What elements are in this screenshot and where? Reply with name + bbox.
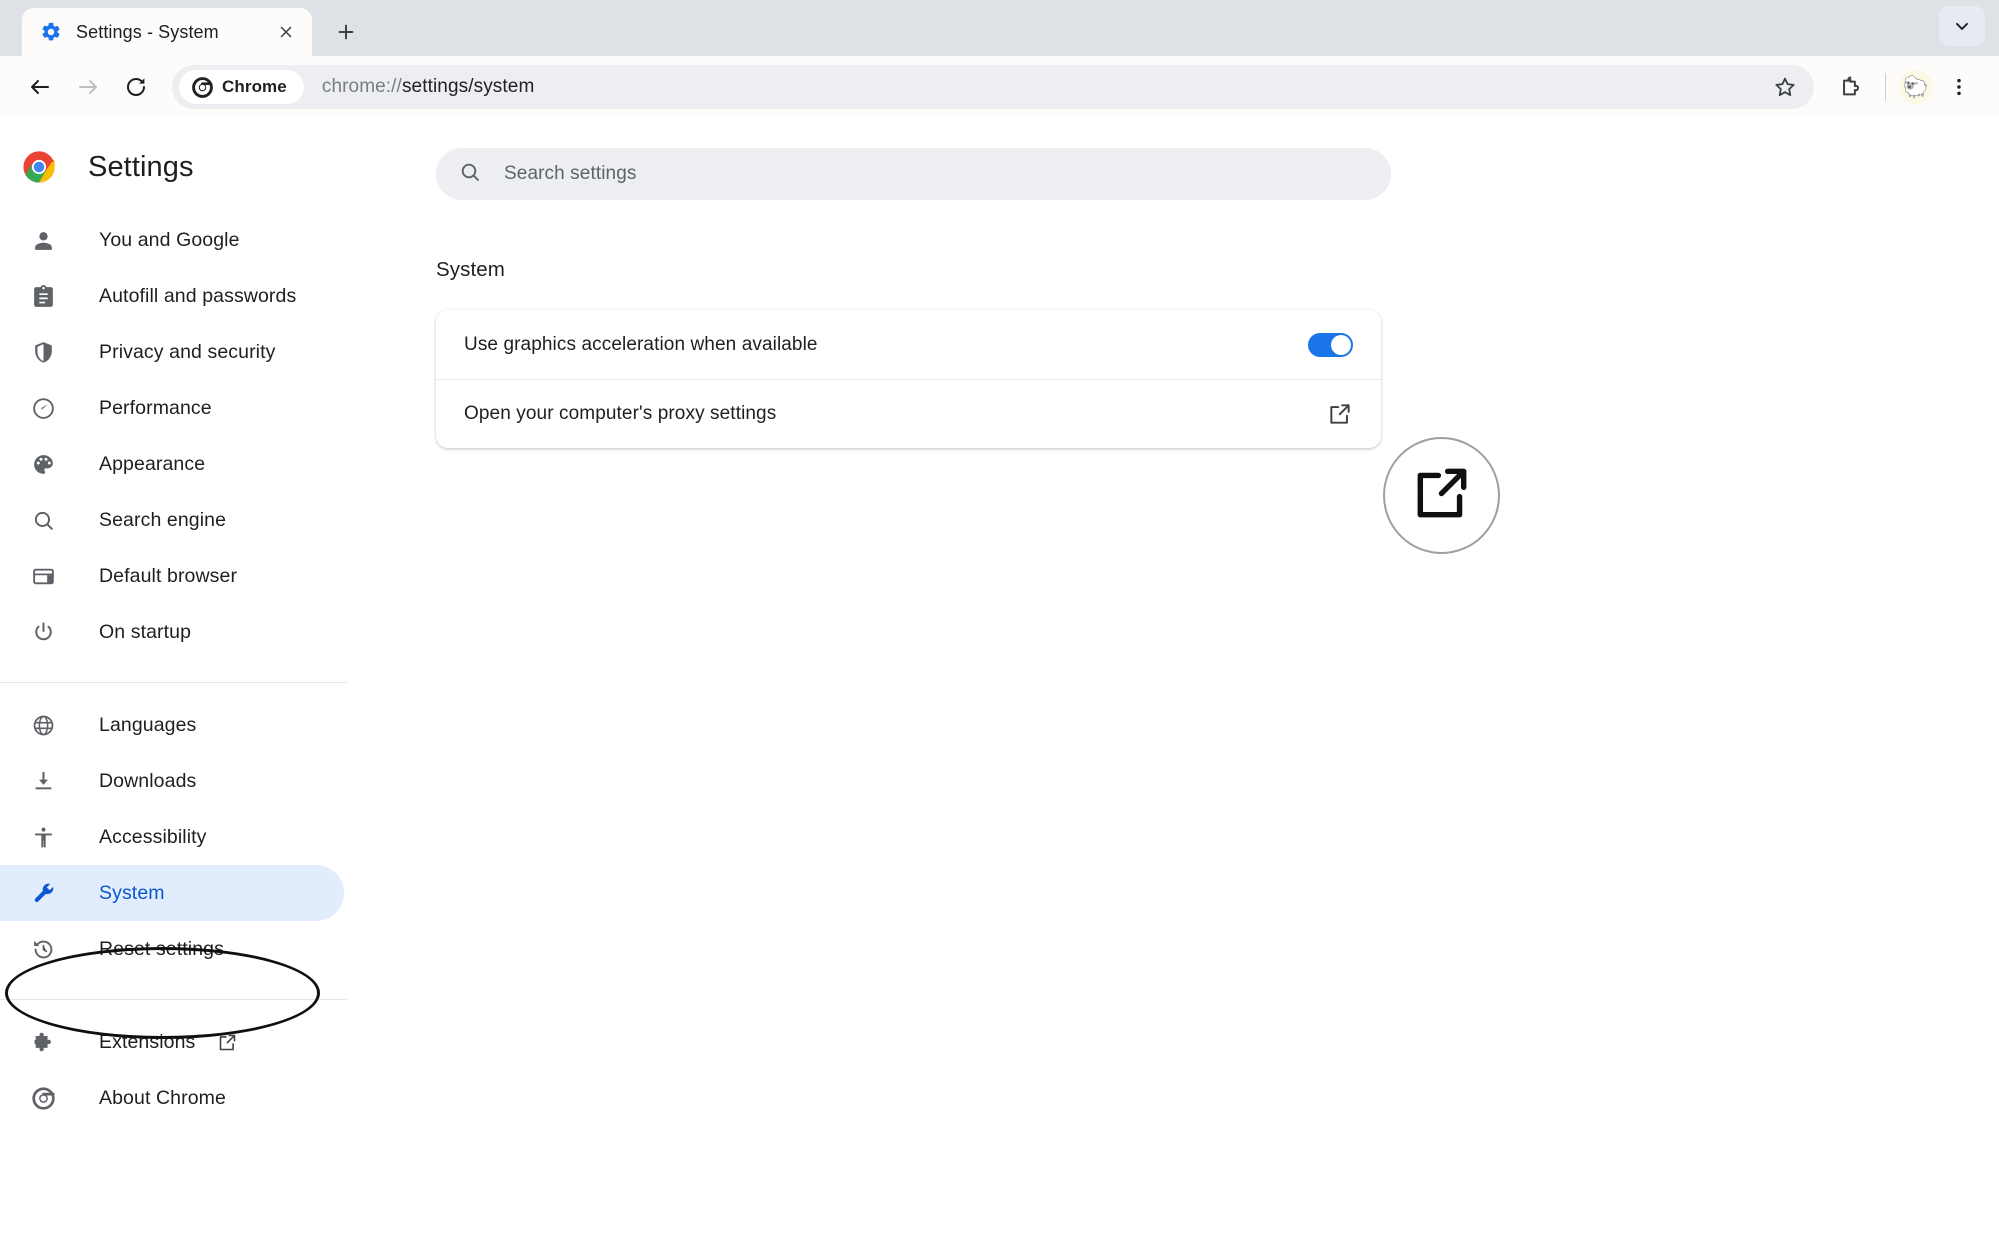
- sidebar-item-languages[interactable]: Languages: [0, 697, 344, 753]
- sidebar-item-label: Performance: [99, 396, 212, 419]
- browser-window-icon: [30, 563, 56, 589]
- external-link-icon-magnified: [1411, 462, 1473, 529]
- shield-icon: [30, 339, 56, 365]
- sidebar-item-performance[interactable]: Performance: [0, 380, 344, 436]
- toolbar-divider: [1885, 73, 1886, 101]
- sidebar-item-autofill-and-passwords[interactable]: Autofill and passwords: [0, 268, 344, 324]
- speedometer-icon: [30, 395, 56, 421]
- search-placeholder: Search settings: [504, 163, 637, 184]
- sidebar-item-privacy-and-security[interactable]: Privacy and security: [0, 324, 344, 380]
- settings-page: Settings You and Google Autofill and pas…: [0, 118, 1999, 1250]
- tab-strip: Settings - System: [0, 0, 1999, 56]
- sidebar-item-about-chrome[interactable]: About Chrome: [0, 1070, 344, 1126]
- address-bar[interactable]: Chrome chrome://settings/system: [172, 65, 1814, 109]
- browser-window: Settings - System Chrome chrome://settin…: [0, 0, 1999, 1250]
- palette-icon: [30, 451, 56, 477]
- section-title: System: [436, 258, 505, 281]
- sidebar-item-label: Appearance: [99, 452, 206, 475]
- sidebar-item-extensions[interactable]: Extensions: [0, 1014, 344, 1070]
- settings-sidebar: Settings You and Google Autofill and pas…: [0, 118, 348, 1250]
- search-settings-container: Search settings: [348, 136, 1999, 200]
- history-icon: [30, 936, 56, 962]
- settings-main: Search settings System Use graphics acce…: [348, 118, 1999, 1250]
- page-title: Settings: [88, 150, 194, 183]
- chrome-icon: [30, 1085, 56, 1111]
- row-graphics-acceleration[interactable]: Use graphics acceleration when available: [436, 310, 1381, 379]
- system-settings-card: Use graphics acceleration when available…: [436, 310, 1381, 448]
- external-link-icon[interactable]: [1327, 401, 1353, 427]
- person-icon: [30, 227, 56, 253]
- sidebar-item-label: Autofill and passwords: [99, 284, 297, 307]
- sidebar-item-label: System: [99, 881, 165, 904]
- search-input[interactable]: Search settings: [436, 148, 1391, 200]
- sidebar-item-label: You and Google: [99, 228, 240, 251]
- sidebar-item-label: Extensions: [99, 1030, 196, 1053]
- sidebar-item-label: Reset settings: [99, 937, 224, 960]
- forward-arrow-icon[interactable]: [66, 65, 110, 109]
- row-proxy-settings[interactable]: Open your computer's proxy settings: [436, 379, 1381, 448]
- sidebar-item-label: About Chrome: [99, 1086, 226, 1109]
- star-icon[interactable]: [1766, 68, 1804, 106]
- clipboard-icon: [30, 283, 56, 309]
- sidebar-group-tertiary: Extensions About Chrome: [0, 1000, 348, 1138]
- graphics-acceleration-toggle[interactable]: [1308, 332, 1353, 357]
- sidebar-item-appearance[interactable]: Appearance: [0, 436, 344, 492]
- search-icon: [30, 507, 56, 533]
- row-label: Use graphics acceleration when available: [464, 333, 818, 355]
- accessibility-icon: [30, 824, 56, 850]
- row-label: Open your computer's proxy settings: [464, 403, 777, 424]
- toggle-knob: [1331, 334, 1351, 355]
- sidebar-item-label: Downloads: [99, 769, 197, 792]
- puzzle-icon: [30, 1029, 56, 1055]
- sidebar-item-label: Search engine: [99, 508, 227, 531]
- chevron-down-icon[interactable]: [1939, 6, 1985, 46]
- search-icon: [458, 160, 482, 189]
- sidebar-item-label: On startup: [99, 620, 192, 643]
- sidebar-item-accessibility[interactable]: Accessibility: [0, 809, 344, 865]
- browser-toolbar: Chrome chrome://settings/system 🐑: [0, 56, 1999, 118]
- sidebar-item-label: Languages: [99, 713, 197, 736]
- chrome-logo-icon: [22, 150, 56, 184]
- row-control: [1327, 401, 1353, 427]
- sidebar-item-label: Default browser: [99, 564, 238, 587]
- reload-icon[interactable]: [114, 65, 158, 109]
- external-link-icon: [217, 1031, 239, 1053]
- sidebar-item-search-engine[interactable]: Search engine: [0, 492, 344, 548]
- gear-icon: [40, 21, 62, 43]
- puzzle-icon[interactable]: [1828, 65, 1872, 109]
- tab-title: Settings - System: [76, 21, 219, 42]
- sidebar-item-you-and-google[interactable]: You and Google: [0, 212, 344, 268]
- sheep-avatar-glyph: 🐑: [1902, 75, 1930, 99]
- sidebar-item-label: Accessibility: [99, 825, 207, 848]
- url-text: chrome://settings/system: [322, 76, 535, 98]
- url-scheme: chrome://: [321, 76, 402, 97]
- chrome-origin-chip[interactable]: Chrome: [179, 70, 304, 104]
- globe-icon: [30, 712, 56, 738]
- new-tab-button[interactable]: [326, 12, 366, 52]
- wrench-icon: [30, 880, 56, 906]
- sidebar-group-secondary: Languages Downloads Accessibility System…: [0, 683, 348, 989]
- sidebar-item-system[interactable]: System: [0, 865, 344, 921]
- sidebar-item-on-startup[interactable]: On startup: [0, 604, 344, 660]
- browser-tab[interactable]: Settings - System: [22, 8, 312, 56]
- chrome-chip-label: Chrome: [222, 77, 287, 96]
- power-icon: [30, 619, 56, 645]
- sidebar-item-default-browser[interactable]: Default browser: [0, 548, 344, 604]
- sidebar-group-primary: You and Google Autofill and passwords Pr…: [0, 198, 348, 672]
- three-dot-menu-icon[interactable]: [1937, 65, 1981, 109]
- sidebar-item-label: Privacy and security: [99, 340, 276, 363]
- annotation-magnifier-external-link: [1383, 437, 1500, 554]
- chrome-icon: [192, 76, 213, 98]
- back-arrow-icon[interactable]: [18, 65, 62, 109]
- close-icon[interactable]: [272, 18, 300, 46]
- url-path: settings/system: [401, 76, 535, 97]
- download-icon: [30, 768, 56, 794]
- sidebar-item-downloads[interactable]: Downloads: [0, 753, 344, 809]
- sidebar-item-reset-settings[interactable]: Reset settings: [0, 921, 344, 977]
- row-control: [1308, 332, 1353, 357]
- settings-brand: Settings: [0, 136, 348, 198]
- avatar[interactable]: 🐑: [1899, 70, 1933, 104]
